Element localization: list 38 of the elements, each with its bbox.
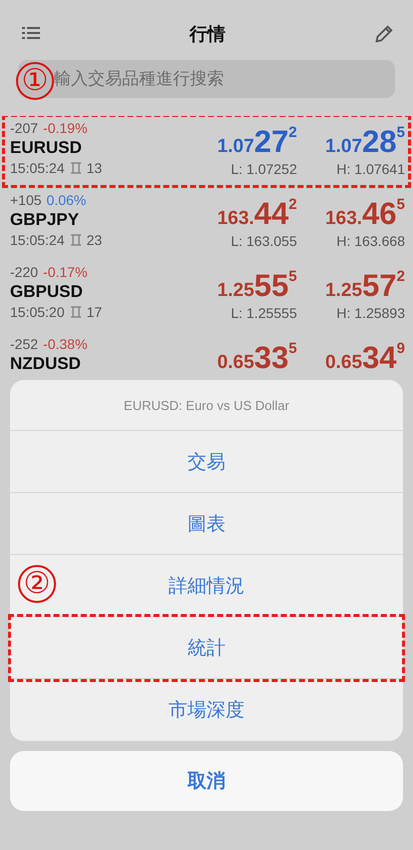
change-percent: -0.38% [43,336,88,352]
menu-item[interactable]: 交易 [10,431,403,493]
cancel-button[interactable]: 取消 [10,751,403,811]
spread-icon [70,233,82,247]
low-price: L: 163.055 [230,233,297,249]
change-percent: 0.06% [46,192,86,208]
menu-item[interactable]: 統計 [10,617,403,679]
menu-item[interactable]: 圖表 [10,493,403,555]
high-price: H: 163.668 [336,233,405,249]
low-price: L: 1.25555 [230,305,297,321]
change-points: -207 [10,120,38,136]
pencil-icon[interactable] [373,23,395,45]
high-price: H: 1.07641 [336,161,405,177]
change-points: -220 [10,264,38,280]
symbol-name: EURUSD [10,138,83,158]
symbol-name: GBPJPY [10,210,80,230]
spread-value: 17 [86,304,102,320]
change-percent: -0.17% [43,264,88,280]
step-marker: ① [16,62,54,100]
page-title: 行情 [190,23,226,46]
change-points: +105 [10,192,42,208]
quote-time: 15:05:20 [10,304,64,320]
high-price: H: 1.25893 [336,305,405,321]
change-percent: -0.19% [43,120,88,136]
change-points: -252 [10,336,38,352]
spread-icon [70,305,82,319]
spread-value: 13 [86,160,102,176]
low-price: L: 1.07252 [230,161,297,177]
quote-time: 15:05:24 [10,160,64,176]
spread-value: 23 [86,232,102,248]
quote-time: 15:05:24 [10,232,64,248]
sheet-title: EURUSD: Euro vs US Dollar [10,380,403,431]
list-icon[interactable] [22,26,42,42]
spread-icon [70,161,82,175]
step-marker: ② [18,565,56,603]
menu-item[interactable]: 市場深度 [10,679,403,741]
symbol-name: NZDUSD [10,354,82,374]
symbol-name: GBPUSD [10,282,84,302]
